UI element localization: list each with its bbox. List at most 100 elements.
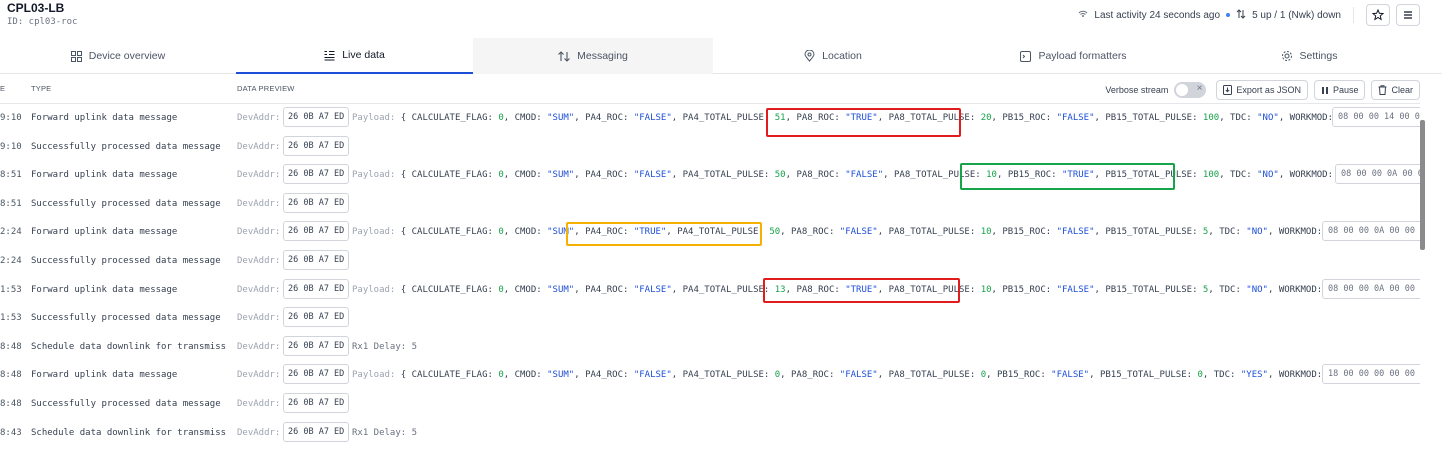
- tab-messaging[interactable]: Messaging: [473, 38, 713, 74]
- devaddr-chip[interactable]: 26 0B A7 ED: [283, 393, 350, 413]
- event-type: Forward uplink data message: [31, 370, 178, 381]
- devaddr-label: DevAddr:: [237, 170, 281, 181]
- last-activity: Last activity 24 seconds ago: [1094, 9, 1221, 21]
- payload-value: "FALSE": [1051, 370, 1090, 381]
- payload-value: 0: [774, 370, 781, 381]
- devaddr-label: DevAddr:: [237, 141, 281, 152]
- payload-preview: Payload: { CALCULATE_FLAG: 0, CMOD: "SUM…: [352, 170, 1387, 180]
- code-icon: [1020, 51, 1032, 62]
- raw-bytes-chip[interactable]: 08 00 00 14 00 00: [1332, 107, 1420, 127]
- event-row[interactable]: 9:10 Forward uplink data message DevAddr: 2…: [0, 104, 1420, 132]
- payload-value: "YES": [1240, 370, 1268, 381]
- event-row[interactable]: 8:48 Successfully processed data message D…: [0, 390, 1420, 418]
- menu-button[interactable]: [1396, 4, 1420, 26]
- col-time-header: E: [0, 84, 6, 93]
- event-row[interactable]: 9:10 Successfully processed data message D…: [0, 133, 1420, 161]
- devaddr-chip[interactable]: 26 0B A7 ED: [283, 192, 350, 213]
- payload-value: "SUM": [547, 370, 575, 381]
- payload-value: "FALSE": [845, 170, 884, 181]
- event-row[interactable]: 2:24 Successfully processed data message D…: [0, 247, 1420, 275]
- devaddr-chip[interactable]: 26 0B A7 ED: [283, 164, 350, 185]
- raw-bytes-chip[interactable]: 08 00 00 0A 00 00 00: [1322, 278, 1420, 299]
- payload-key: PA8_ROC: [791, 370, 829, 381]
- tab-label: Device overview: [88, 50, 166, 62]
- payload-value: "SUM": [547, 170, 575, 181]
- payload-value: "FALSE": [1056, 227, 1095, 238]
- clear-button[interactable]: Clear: [1371, 80, 1420, 100]
- downlink-info: Rx1 Delay: 5: [352, 427, 418, 438]
- payload-value: 0: [980, 370, 987, 381]
- payload-value: 20: [980, 113, 992, 123]
- event-row[interactable]: 1:53 Forward uplink data message DevAddr: 2…: [0, 276, 1420, 304]
- payload-key: PA8_ROC: [796, 170, 835, 181]
- tab-settings[interactable]: Settings: [1194, 38, 1424, 74]
- payload-label: Payload:: [352, 370, 396, 381]
- payload-key: PA4_ROC: [585, 113, 623, 123]
- tab-location[interactable]: Location: [713, 38, 953, 74]
- devaddr-chip[interactable]: 26 0B A7 ED: [283, 421, 350, 442]
- device-title: CPL03-LB: [7, 1, 65, 15]
- event-row[interactable]: 8:51 Forward uplink data message DevAddr: 2…: [0, 161, 1420, 189]
- payload-value: 10: [980, 284, 992, 295]
- payload-value: "NO": [1246, 227, 1268, 238]
- payload-key: PB15_ROC: [1002, 284, 1046, 295]
- payload-key: WORKMOD: [1289, 113, 1328, 123]
- event-row[interactable]: 1:53 Successfully processed data message D…: [0, 304, 1420, 332]
- event-row[interactable]: 8:51 Successfully processed data message D…: [0, 190, 1420, 218]
- event-time: 8:51: [0, 198, 22, 209]
- payload-key: TDC: [1219, 227, 1236, 238]
- frame-counts: 5 up / 1 (Nwk) down: [1252, 9, 1341, 21]
- payload-key: PA8_TOTAL_PULSE: [888, 370, 970, 381]
- payload-preview: Payload: { CALCULATE_FLAG: 0, CMOD: "SUM…: [352, 227, 1376, 237]
- devaddr-chip[interactable]: 26 0B A7 ED: [283, 221, 350, 242]
- updown-icon: [1236, 8, 1246, 22]
- scrollbar-thumb[interactable]: [1420, 120, 1425, 250]
- raw-bytes-chip[interactable]: 18 00 00 00 00 00 00: [1322, 364, 1420, 385]
- bookmark-button[interactable]: [1366, 4, 1390, 26]
- payload-value: 0: [498, 113, 504, 123]
- event-row[interactable]: 8:48 Schedule data downlink for transmiss…: [0, 333, 1420, 361]
- event-row[interactable]: 8:48 Forward uplink data message DevAddr: 2…: [0, 361, 1420, 389]
- verbose-toggle[interactable]: ×: [1174, 82, 1207, 98]
- payload-value: 100: [1202, 170, 1220, 181]
- event-type: Forward uplink data message: [31, 284, 178, 295]
- tab-label: Payload formatters: [1038, 50, 1127, 62]
- col-preview-header: DATA PREVIEW: [237, 84, 295, 93]
- devaddr-chip[interactable]: 26 0B A7 ED: [283, 250, 350, 270]
- payload-key: PA4_TOTAL_PULSE: [682, 284, 764, 295]
- trash-icon: [1378, 85, 1387, 95]
- header-status: Last activity 24 seconds ago 5 up / 1 (N…: [1078, 4, 1420, 26]
- payload-key: WORKMOD: [1278, 284, 1317, 295]
- payload-key: PB15_TOTAL_PULSE: [1105, 227, 1193, 238]
- payload-value: 50: [769, 227, 781, 238]
- activity-icon: [1078, 9, 1088, 22]
- event-type: Successfully processed data message: [31, 141, 221, 152]
- payload-value: "SUM": [547, 113, 575, 123]
- raw-bytes-chip[interactable]: 08 00 00 0A 00 00 3: [1335, 164, 1420, 185]
- tab-live-data[interactable]: Live data: [236, 38, 473, 74]
- devaddr-chip[interactable]: 26 0B A7 ED: [283, 307, 350, 328]
- payload-value: "FALSE": [839, 370, 878, 381]
- pin-icon: [804, 50, 815, 62]
- scrollbar[interactable]: [1420, 104, 1442, 452]
- devaddr-chip[interactable]: 26 0B A7 ED: [283, 135, 350, 156]
- event-row[interactable]: 8:43 Schedule data downlink for transmiss…: [0, 419, 1420, 447]
- devaddr-label: DevAddr:: [237, 341, 281, 352]
- tab-payload-formatters[interactable]: Payload formatters: [953, 38, 1194, 74]
- raw-bytes-chip[interactable]: 08 00 00 0A 00 00 32: [1322, 221, 1420, 242]
- export-json-button[interactable]: Export as JSON: [1216, 80, 1308, 100]
- payload-value: "FALSE": [1056, 113, 1095, 123]
- devaddr-label: DevAddr:: [237, 370, 281, 381]
- devaddr-chip[interactable]: 26 0B A7 ED: [283, 364, 350, 385]
- devaddr-chip[interactable]: 26 0B A7 ED: [283, 335, 350, 356]
- tab-device-overview[interactable]: Device overview: [0, 38, 236, 74]
- pause-button[interactable]: Pause: [1313, 80, 1366, 100]
- payload-value: "FALSE": [839, 227, 878, 238]
- payload-key: WORKMOD: [1289, 170, 1328, 181]
- payload-key: TDC: [1213, 370, 1231, 381]
- live-dot-icon: [1226, 13, 1231, 17]
- devaddr-chip[interactable]: 26 0B A7 ED: [283, 107, 350, 127]
- event-type: Successfully processed data message: [31, 256, 221, 266]
- devaddr-chip[interactable]: 26 0B A7 ED: [283, 278, 350, 299]
- payload-key: PB15_TOTAL_PULSE: [1099, 370, 1187, 381]
